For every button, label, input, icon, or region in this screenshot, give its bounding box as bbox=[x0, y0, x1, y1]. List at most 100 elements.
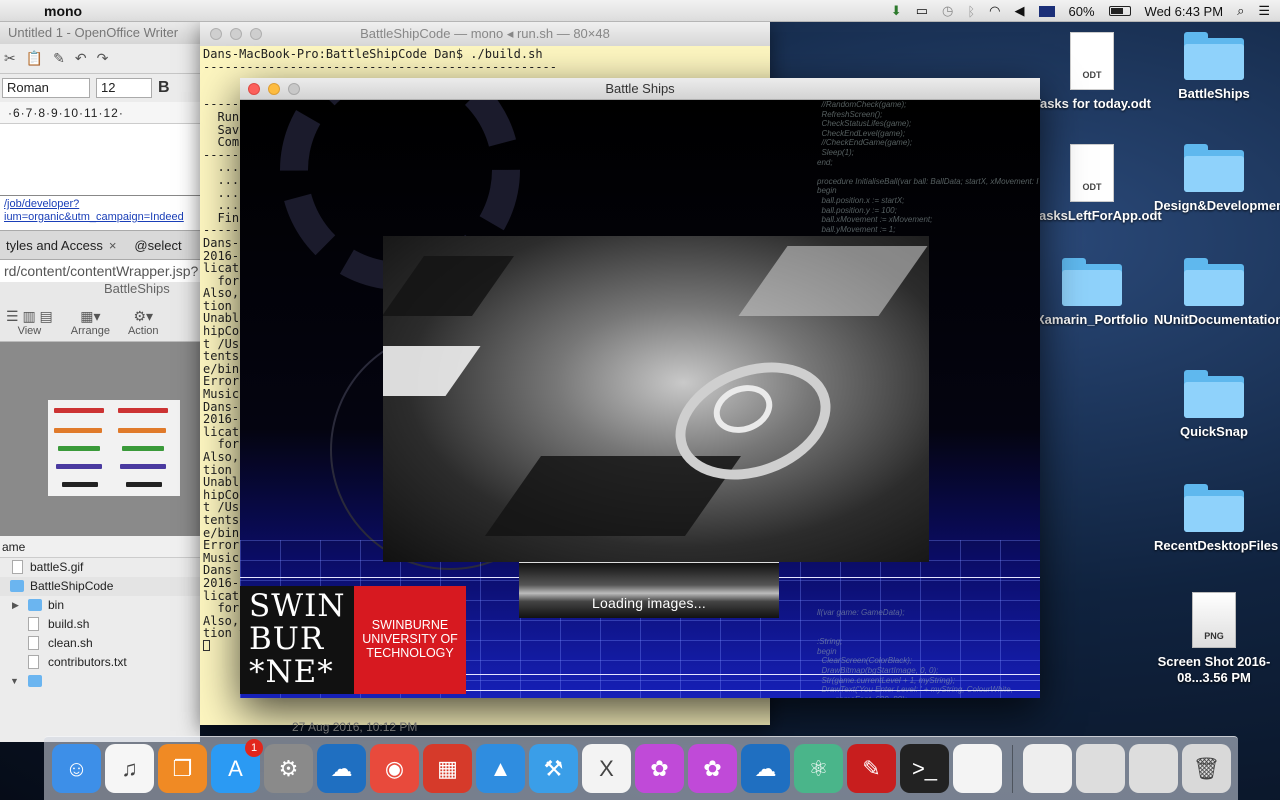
desktop-icon[interactable]: QuickSnap bbox=[1154, 370, 1274, 440]
close-button[interactable] bbox=[210, 28, 222, 40]
loading-panel: Loading images... bbox=[519, 562, 779, 618]
file-row[interactable]: build.sh bbox=[0, 615, 200, 634]
link-line-2[interactable]: ium=organic&utm_campaign=Indeed bbox=[4, 211, 200, 224]
file-row[interactable]: ▼lib bbox=[0, 672, 200, 691]
tab-select[interactable]: @select bbox=[116, 238, 187, 253]
desktop-icon[interactable]: NUnitDocumentation bbox=[1154, 258, 1280, 328]
notification-center-icon[interactable]: ☰ bbox=[1258, 3, 1270, 19]
downloads-stack-icon[interactable] bbox=[1023, 744, 1072, 793]
openoffice-icon[interactable]: ☁ bbox=[317, 744, 366, 793]
cut-icon[interactable]: ✂ bbox=[4, 50, 16, 67]
bold-button[interactable]: B bbox=[158, 79, 170, 97]
action-button[interactable]: ⚙▾ Action bbox=[128, 308, 159, 337]
game-canvas[interactable]: //RandomCheck(game); RefreshScreen(); Ch… bbox=[240, 100, 1040, 698]
battery-percent[interactable]: 60% bbox=[1069, 4, 1095, 19]
file-list: battleS.gif BattleShipCode ▶ bin build.sh cle… bbox=[0, 558, 200, 691]
desktop-icon[interactable]: ODT TasksLeftForApp.odt bbox=[1032, 144, 1162, 224]
itunes-icon[interactable]: ♫ bbox=[105, 744, 154, 793]
xamarin-icon[interactable]: X bbox=[582, 744, 631, 793]
system-preferences-icon[interactable]: ⚙ bbox=[264, 744, 313, 793]
view-button[interactable]: ☰ ▥ ▤ View bbox=[6, 308, 53, 337]
font-name-select[interactable]: Roman bbox=[2, 78, 90, 98]
font-size-select[interactable]: 12 bbox=[96, 78, 152, 98]
arrange-button[interactable]: ▦▾ Arrange bbox=[71, 308, 110, 337]
xcode-simulator-icon[interactable]: ▲ bbox=[476, 744, 525, 793]
logo-red-line-1: SWINBURNE bbox=[371, 618, 449, 632]
close-button[interactable] bbox=[248, 83, 260, 95]
disclosure-triangle-icon[interactable]: ▶ bbox=[12, 596, 19, 615]
finder-toolbar: ☰ ▥ ▤ View ▦▾ Arrange ⚙▾ Action bbox=[0, 296, 200, 342]
folder-icon bbox=[1062, 258, 1122, 306]
ruler: ·6·7·8·9·10·11·12· bbox=[0, 102, 200, 124]
atom-icon[interactable]: ⚛ bbox=[794, 744, 843, 793]
file-list-header[interactable]: ame bbox=[0, 536, 200, 558]
app-menu-mono[interactable]: mono bbox=[44, 3, 82, 19]
openoffice-2-icon[interactable]: ☁ bbox=[741, 744, 790, 793]
desktop-icon[interactable]: RecentDesktopFiles bbox=[1154, 484, 1278, 554]
finder-icon[interactable]: ☺ bbox=[52, 744, 101, 793]
desktop-icon[interactable]: Xamarin_Portfolio bbox=[1032, 258, 1152, 328]
airplay-icon[interactable]: ▭ bbox=[916, 3, 928, 19]
wifi-icon[interactable]: ◠ bbox=[989, 3, 1000, 19]
redo-icon[interactable]: ↷ bbox=[97, 50, 109, 67]
link-text[interactable]: /job/developer? ium=organic&utm_campaign… bbox=[0, 196, 200, 230]
desktop-icon[interactable]: PNG Screen Shot 2016-08...3.56 PM bbox=[1154, 592, 1274, 686]
acrobat-icon[interactable]: ✎ bbox=[847, 744, 896, 793]
xcode-icon[interactable]: ⚒ bbox=[529, 744, 578, 793]
flower-app-2-icon[interactable]: ✿ bbox=[688, 744, 737, 793]
file-row[interactable]: battleS.gif bbox=[0, 558, 200, 577]
close-icon[interactable]: × bbox=[109, 238, 117, 253]
file-icon bbox=[28, 636, 39, 650]
dock-glyph: 🗑 bbox=[1192, 755, 1221, 781]
dock-glyph: ▲ bbox=[489, 755, 512, 781]
app-store-icon[interactable]: A1 bbox=[211, 739, 263, 793]
battery-icon[interactable] bbox=[1108, 6, 1131, 16]
file-row[interactable]: ▶ bin bbox=[0, 596, 200, 615]
file-row[interactable]: clean.sh bbox=[0, 634, 200, 653]
format-bar: Roman 12 B bbox=[0, 74, 200, 102]
office-tiles-icon[interactable]: ▦ bbox=[423, 744, 472, 793]
file-name: BattleShipCode bbox=[30, 579, 114, 593]
flower-app-icon[interactable]: ✿ bbox=[635, 744, 684, 793]
terminal-icon[interactable]: >_ bbox=[900, 744, 949, 793]
zoom-button[interactable] bbox=[250, 28, 262, 40]
desktop-icon[interactable]: Design&Development bbox=[1154, 144, 1280, 214]
document-page[interactable] bbox=[0, 124, 200, 196]
file-icon bbox=[28, 655, 39, 669]
time-machine-icon[interactable]: ◷ bbox=[942, 3, 953, 19]
clone-format-icon[interactable]: ✎ bbox=[53, 50, 65, 67]
chrome-icon[interactable]: ◉ bbox=[370, 744, 419, 793]
file-row[interactable]: contributors.txt bbox=[0, 653, 200, 672]
bluetooth-icon[interactable]: ᛒ bbox=[967, 4, 975, 19]
file-row[interactable]: BattleShipCode bbox=[0, 577, 200, 596]
disclosure-triangle-icon[interactable]: ▼ bbox=[10, 672, 19, 691]
volume-icon[interactable]: ◀ bbox=[1015, 3, 1025, 19]
window-thumbnail-1-icon[interactable] bbox=[1076, 744, 1125, 793]
zoom-button[interactable] bbox=[288, 83, 300, 95]
minimize-button[interactable] bbox=[268, 83, 280, 95]
dock-glyph: ☁ bbox=[754, 755, 777, 781]
blank-document-icon[interactable] bbox=[953, 744, 1002, 793]
paste-icon[interactable]: 📋 bbox=[26, 50, 43, 67]
desktop-icon-label: Xamarin_Portfolio bbox=[1036, 312, 1148, 327]
link-line-1[interactable]: /job/developer? bbox=[4, 198, 200, 211]
url-field[interactable]: rd/content/contentWrapper.jsp? bbox=[0, 260, 200, 282]
desktop-icon[interactable]: BattleShips bbox=[1154, 32, 1274, 102]
ibooks-icon[interactable]: ❐ bbox=[158, 744, 207, 793]
clock[interactable]: Wed 6:43 PM bbox=[1145, 4, 1224, 19]
undo-icon[interactable]: ↶ bbox=[75, 50, 87, 67]
desktop-icon-label: BattleShips bbox=[1178, 86, 1250, 101]
spotlight-search-icon[interactable]: ⌕ bbox=[1237, 3, 1244, 19]
arrange-label: Arrange bbox=[70, 325, 110, 337]
dock-glyph: A bbox=[228, 755, 243, 781]
minimize-button[interactable] bbox=[230, 28, 242, 40]
input-source-flag-icon[interactable] bbox=[1038, 5, 1055, 17]
folder-icon bbox=[28, 675, 42, 687]
desktop-icon[interactable]: ODT Tasks for today.odt bbox=[1032, 32, 1152, 112]
download-icon[interactable]: ⬇ bbox=[891, 3, 902, 19]
tab-styles[interactable]: tyles and Access bbox=[0, 238, 109, 253]
trash-icon[interactable]: 🗑 bbox=[1182, 744, 1231, 793]
window-thumbnail-2-icon[interactable] bbox=[1129, 744, 1178, 793]
logo-red-line-2: UNIVERSITY OF bbox=[362, 632, 458, 646]
terminal-titlebar: BattleShipCode — mono ◂ run.sh — 80×48 bbox=[200, 22, 770, 46]
